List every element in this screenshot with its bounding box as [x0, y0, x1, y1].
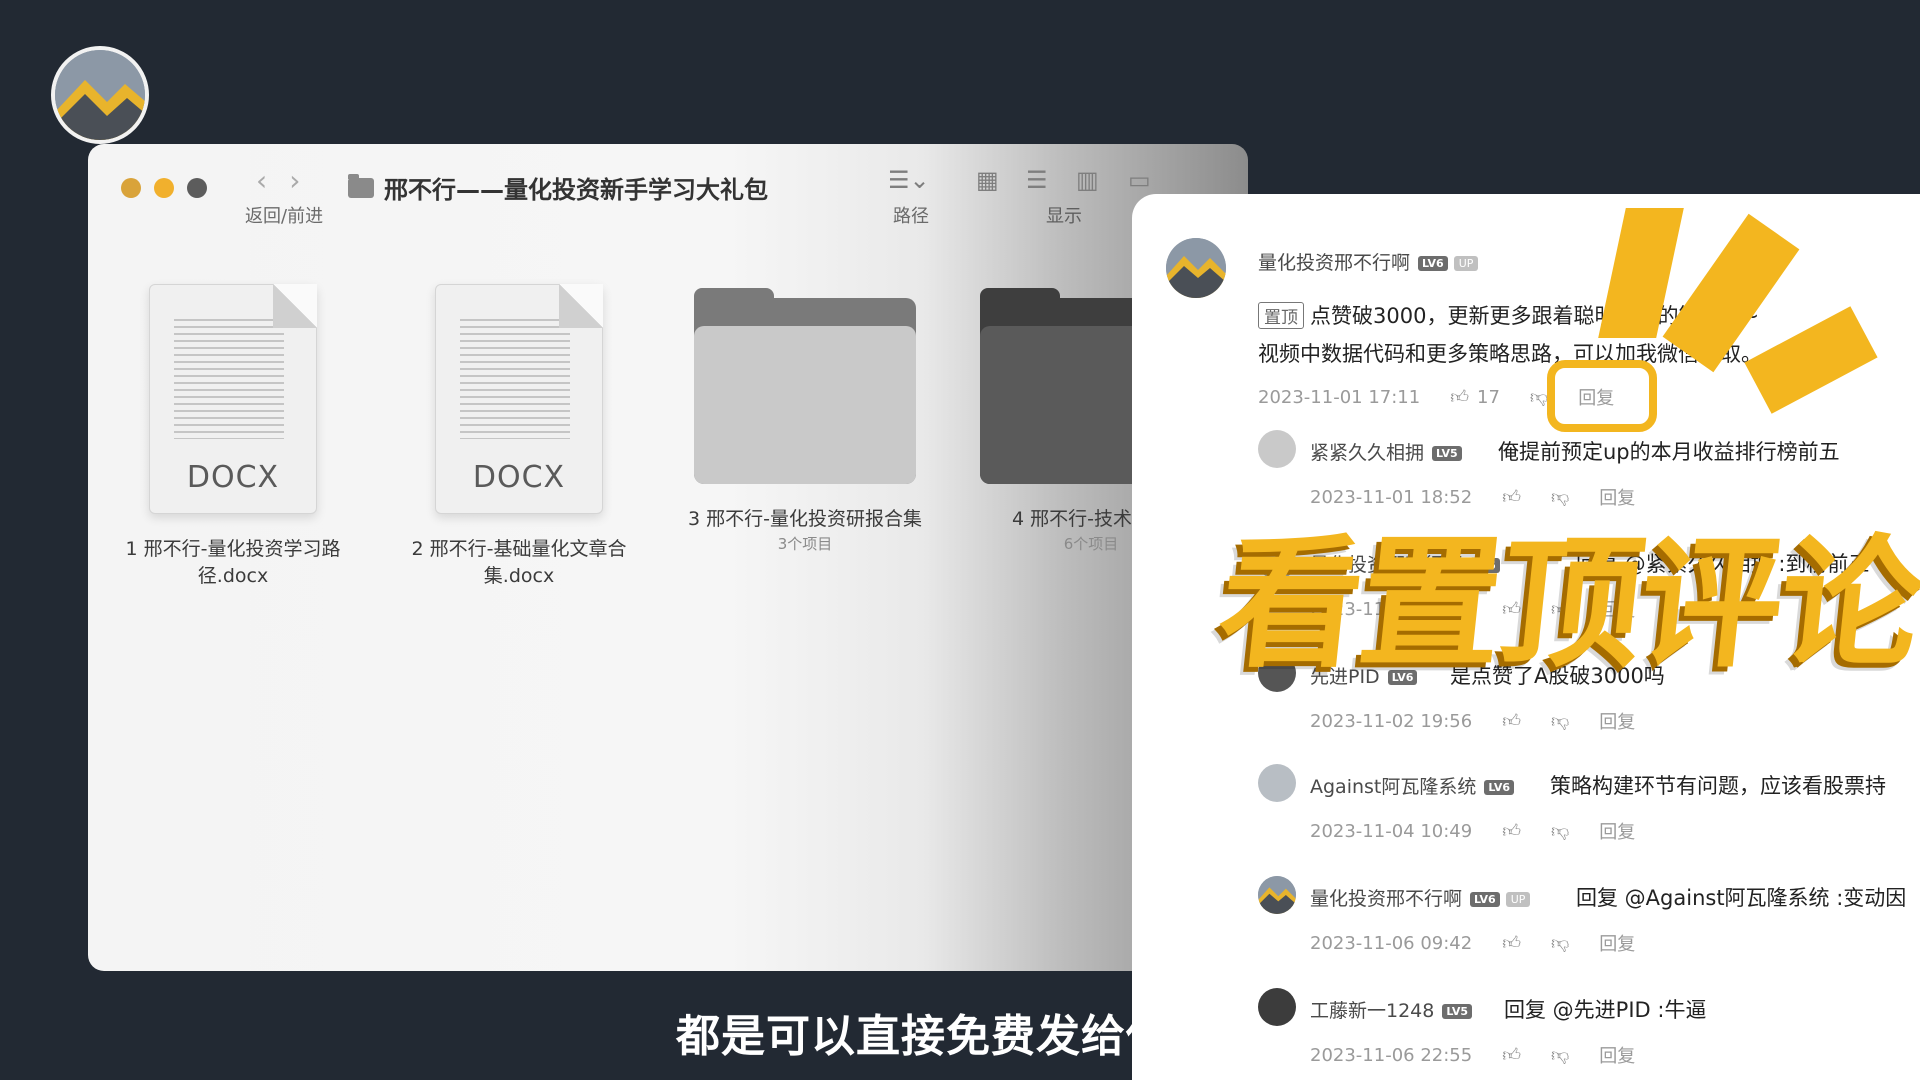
file-item[interactable]: DOCX 1 邢不行-量化投资学习路径.docx	[108, 284, 358, 590]
minimize-window-button[interactable]	[154, 178, 174, 198]
path-menu-icon[interactable]: ☰⌄	[888, 166, 930, 194]
level-badge: LV5	[1442, 1004, 1473, 1019]
up-badge: UP	[1453, 256, 1479, 271]
avatar[interactable]	[1166, 238, 1226, 298]
level-badge: LV6	[1418, 256, 1448, 271]
file-name: 1 邢不行-量化投资学习路径.docx	[125, 538, 341, 587]
folder-icon	[348, 173, 374, 198]
level-badge: LV6	[1470, 892, 1500, 907]
reply-highlight-ring	[1547, 360, 1657, 432]
avatar[interactable]	[1258, 876, 1296, 914]
username-text: Against阿瓦隆系统	[1310, 776, 1477, 798]
comment-meta: 2023-11-02 19:56 👍︎ 👎︎ 回复	[1310, 708, 1635, 734]
window-title: 邢不行——量化投资新手学习大礼包	[348, 170, 768, 205]
username-text: 量化投资邢不行啊	[1310, 888, 1463, 910]
docx-file-icon: DOCX	[435, 284, 603, 514]
docx-file-icon: DOCX	[149, 284, 317, 514]
reply-button[interactable]: 回复	[1599, 1042, 1635, 1068]
comment-username[interactable]: Against阿瓦隆系统 LV6	[1310, 772, 1515, 799]
comment-username[interactable]: 工藤新一1248 LV5	[1310, 996, 1473, 1023]
comment-username[interactable]: 量化投资邢不行啊 LV6 UP	[1258, 248, 1479, 275]
avatar[interactable]	[1258, 764, 1296, 802]
window-title-text: 邢不行——量化投资新手学习大礼包	[384, 176, 768, 204]
thumbs-down-icon[interactable]: 👎︎	[1551, 932, 1569, 954]
like-count: 17	[1477, 386, 1500, 408]
column-view-icon[interactable]: ▥	[1076, 166, 1099, 194]
pinned-comment-banner: 看置顶评论	[1211, 522, 1920, 687]
thumbs-up-icon[interactable]: 👍︎	[1502, 820, 1521, 842]
back-forward-arrows-icon[interactable]: ‹›	[256, 164, 322, 197]
thumbs-up-icon[interactable]: 👍︎	[1502, 932, 1521, 954]
folder-item[interactable]: 3 邢不行-量化投资研报合集 3个项目	[680, 284, 930, 554]
comment-time: 2023-11-01 17:11	[1258, 386, 1421, 408]
comment-username[interactable]: 紧紧久久相拥 LV5	[1310, 438, 1462, 465]
gallery-view-icon[interactable]: ▭	[1128, 166, 1151, 194]
up-badge: UP	[1505, 892, 1531, 907]
avatar[interactable]	[1258, 988, 1296, 1026]
thumbs-up-icon[interactable]: 👍︎	[1502, 1044, 1521, 1066]
folder-item-count: 3个项目	[777, 535, 833, 553]
reply-button[interactable]: 回复	[1599, 708, 1635, 734]
channel-avatar	[51, 46, 149, 144]
comment-meta: 2023-11-06 09:42 👍︎ 👎︎ 回复	[1310, 930, 1635, 956]
avatar[interactable]	[1258, 430, 1296, 468]
username-text: 紧紧久久相拥	[1310, 442, 1425, 464]
username-text: 工藤新一1248	[1310, 1000, 1435, 1022]
comment-text: 策略构建环节有问题，应该看股票持	[1550, 774, 1886, 798]
reply-button[interactable]: 回复	[1599, 818, 1635, 844]
list-view-icon[interactable]: ☰	[1026, 166, 1048, 194]
comment-text: 回复 @Against阿瓦隆系统 :变动因	[1576, 886, 1907, 910]
comment-username[interactable]: 量化投资邢不行啊 LV6 UP	[1310, 884, 1531, 911]
thumbs-down-icon[interactable]: 👎︎	[1551, 820, 1569, 842]
thumbs-up-icon[interactable]: 👍︎	[1502, 710, 1521, 732]
file-item[interactable]: DOCX 2 邢不行-基础量化文章合集.docx	[394, 284, 644, 590]
icon-view-icon[interactable]: ▦	[976, 166, 999, 194]
thumbs-down-icon[interactable]: 👎︎	[1530, 386, 1548, 408]
folder-name: 3 邢不行-量化投资研报合集	[688, 508, 922, 530]
folder-icon	[694, 288, 916, 484]
username-text: 量化投资邢不行啊	[1258, 252, 1411, 274]
level-badge: LV6	[1484, 780, 1515, 795]
thumbs-up-icon[interactable]: 👍︎	[1450, 386, 1469, 408]
file-extension-label: DOCX	[472, 460, 566, 495]
zoom-window-button[interactable]	[187, 178, 207, 198]
comment-time: 2023-11-02 19:56	[1310, 710, 1473, 732]
back-forward-label: 返回/前进	[245, 206, 324, 227]
file-name: 2 邢不行-基础量化文章合集.docx	[411, 538, 627, 587]
comment-time: 2023-11-06 09:42	[1310, 932, 1473, 954]
comment-text: 俺提前预定up的本月收益排行榜前五	[1498, 440, 1840, 464]
comment-meta: 2023-11-04 10:49 👍︎ 👎︎ 回复	[1310, 818, 1635, 844]
comment-time: 2023-11-06 22:55	[1310, 1044, 1473, 1066]
thumbs-down-icon[interactable]: 👎︎	[1551, 1044, 1569, 1066]
thumbs-down-icon[interactable]: 👎︎	[1551, 710, 1569, 732]
path-label: 路径	[893, 206, 929, 227]
comment-meta: 2023-11-06 22:55 👍︎ 👎︎ 回复	[1310, 1042, 1635, 1068]
close-window-button[interactable]	[121, 178, 141, 198]
reply-button[interactable]: 回复	[1599, 930, 1635, 956]
show-label: 显示	[1046, 206, 1082, 227]
comment-time: 2023-11-04 10:49	[1310, 820, 1473, 842]
file-extension-label: DOCX	[186, 460, 280, 495]
pinned-tag: 置顶	[1258, 302, 1304, 329]
level-badge: LV5	[1432, 446, 1462, 461]
video-subtitle: 都是可以直接免费发给你的	[676, 1011, 1216, 1062]
finder-window: ‹› 返回/前进 邢不行——量化投资新手学习大礼包 ☰⌄ 路径 ▦ ☰ ▥ ▭ …	[88, 144, 1248, 971]
comment-text: 回复 @先进PID :牛逼	[1504, 998, 1707, 1022]
